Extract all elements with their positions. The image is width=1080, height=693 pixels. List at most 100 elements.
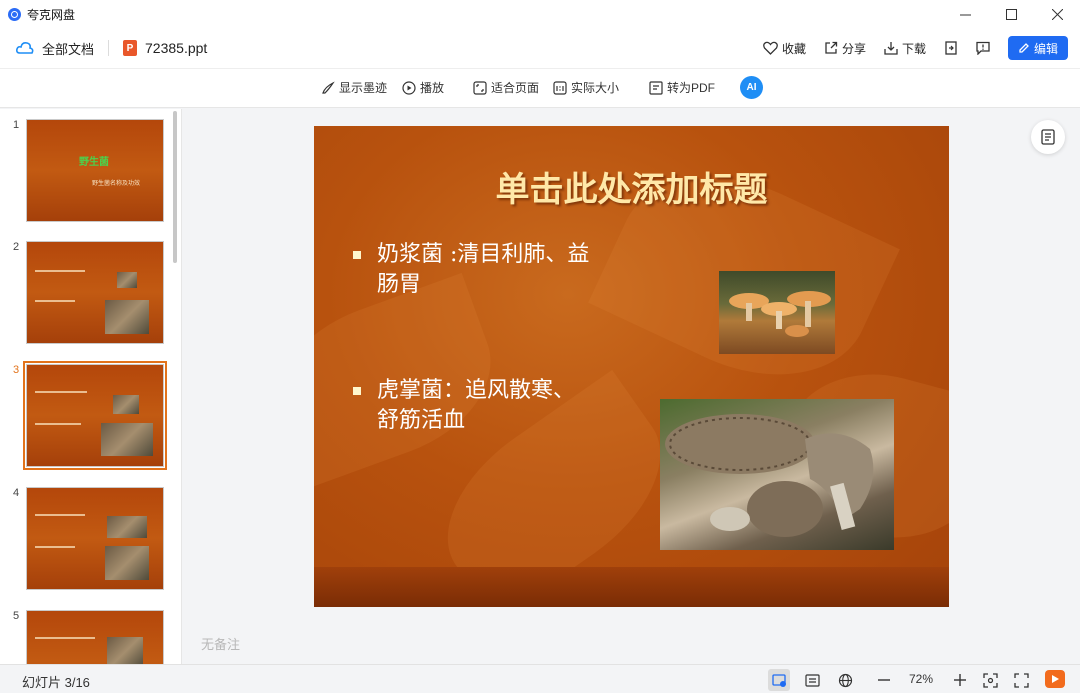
plus-icon: [954, 674, 966, 686]
share-button[interactable]: 分享: [824, 40, 866, 57]
zoom-level[interactable]: 72%: [909, 672, 933, 686]
bullet-line: 奶浆菌 :清目利肺、益: [377, 242, 590, 267]
quark-logo-icon: [8, 7, 21, 21]
slide-counter: 幻灯片 3/16: [22, 675, 90, 690]
feedback-button[interactable]: [976, 41, 990, 55]
header-actions: 收藏 分享 下载 编辑: [763, 28, 1068, 68]
bullet-line: 虎掌菌：追风散寒、: [377, 378, 576, 403]
breadcrumb-root-label: 全部文档: [42, 41, 95, 57]
slideshow-play-button[interactable]: [1045, 670, 1065, 688]
zoom-out-button[interactable]: [873, 669, 895, 691]
slide-bullet: 奶浆菌 :清目利肺、益 肠胃: [353, 240, 590, 300]
feedback-icon: [976, 41, 990, 55]
file-name: 72385.ppt: [145, 40, 208, 56]
maximize-button[interactable]: [988, 0, 1034, 28]
minus-icon: [878, 679, 890, 681]
thumbnail-number: 5: [13, 610, 20, 622]
play-circle-icon: [402, 80, 416, 95]
thumbnail-number: 1: [13, 119, 20, 131]
minimize-icon: [959, 14, 971, 15]
viewer-toolbar: 显示墨迹 播放 适合页面 实际大小 转为PDF: [0, 68, 1080, 108]
breadcrumb-all-docs[interactable]: 全部文档: [16, 39, 94, 58]
notes-view-button[interactable]: [801, 669, 823, 691]
thumbnail-text-line: [35, 391, 87, 393]
title-bar: 夸克网盘: [0, 0, 1080, 28]
slide-thumbnail[interactable]: [26, 241, 164, 344]
thumbnail-text-line: [35, 423, 81, 425]
download-button[interactable]: 下载: [884, 40, 926, 57]
thumbnail-text-line: [35, 514, 85, 516]
slide-thumbnail[interactable]: [26, 487, 164, 590]
thumbnail-number: 4: [13, 487, 20, 499]
ink-pen-icon: [322, 80, 335, 94]
tiger-palm-mushroom-illustration: [665, 414, 874, 537]
pencil-icon: [1019, 43, 1029, 53]
thumbnail-text-line: [35, 270, 85, 272]
window-controls: [942, 0, 1080, 28]
cloud-icon: [16, 42, 34, 54]
fullscreen-button[interactable]: [1010, 669, 1032, 691]
bullet-line: 肠胃: [377, 272, 422, 297]
thumbnail-title: 野生菌: [79, 157, 109, 168]
header-divider: [108, 40, 110, 56]
thumbnail-image: [117, 272, 137, 288]
heart-icon: [763, 41, 778, 55]
thumbnail-text-line: [35, 546, 75, 548]
fit-page-icon: [473, 80, 487, 95]
slide-thumbnail[interactable]: [26, 610, 164, 664]
fit-window-button[interactable]: [979, 669, 1001, 691]
thumbnail-text-line: [35, 300, 75, 302]
maximize-icon: [1005, 8, 1017, 20]
export-icon: [945, 41, 957, 55]
actual-size-button[interactable]: 实际大小: [553, 79, 619, 96]
slide-thumbnail[interactable]: 野生菌 野生菌名称及功效: [26, 119, 164, 222]
convert-pdf-button[interactable]: 转为PDF: [649, 79, 715, 96]
play-button[interactable]: 播放: [402, 79, 444, 96]
notes-side-button[interactable]: [1031, 120, 1065, 154]
milk-mushroom-photo: [719, 271, 835, 354]
share-icon: [825, 41, 838, 54]
thumbnail-image: [113, 395, 139, 414]
file-title: P 72385.ppt: [123, 40, 207, 56]
convert-pdf-label: 转为PDF: [667, 81, 716, 95]
thumbnail-image: [101, 423, 153, 456]
thumbnail-image: [105, 300, 149, 334]
notes-view-icon: [804, 673, 820, 687]
favorite-button[interactable]: 收藏: [763, 40, 806, 57]
export-button[interactable]: [944, 41, 958, 55]
web-view-button[interactable]: [834, 669, 856, 691]
slide-thumbnail-active[interactable]: [23, 361, 167, 470]
zoom-in-button[interactable]: [949, 669, 971, 691]
thumbnail-scrollbar[interactable]: [173, 111, 177, 263]
edit-button[interactable]: 编辑: [1008, 36, 1068, 60]
note-panel-icon: [1041, 129, 1055, 145]
normal-view-icon: [771, 673, 786, 687]
pdf-icon: [649, 80, 663, 95]
slide-bullet: 虎掌菌：追风散寒、 舒筋活血: [353, 376, 576, 436]
close-icon: [1051, 8, 1063, 20]
close-button[interactable]: [1034, 0, 1080, 28]
play-icon: [1052, 675, 1059, 683]
thumbnail-image: [105, 546, 149, 580]
show-ink-button[interactable]: 显示墨迹: [321, 79, 387, 96]
fit-window-icon: [982, 672, 998, 688]
slide-title: 单击此处添加标题: [495, 170, 768, 210]
thumbnail-number: 3: [13, 364, 20, 376]
actual-size-label: 实际大小: [571, 81, 620, 95]
thumbnail-image: [107, 516, 147, 538]
thumbnail-number: 2: [13, 241, 20, 253]
fit-page-button[interactable]: 适合页面: [473, 79, 539, 96]
thumbnail-image: [107, 637, 143, 664]
share-label: 分享: [841, 41, 866, 56]
minimize-button[interactable]: [942, 0, 988, 28]
notes-placeholder[interactable]: 无备注: [201, 634, 240, 653]
bullet-square-icon: [353, 387, 361, 395]
globe-icon: [838, 673, 852, 687]
thumbnail-subtitle: 野生菌名称及功效: [92, 181, 141, 187]
normal-view-button[interactable]: [768, 669, 790, 691]
bullet-line: 舒筋活血: [377, 408, 466, 433]
ai-assistant-button[interactable]: AI: [740, 76, 763, 99]
favorite-label: 收藏: [781, 41, 806, 56]
download-icon: [884, 42, 898, 55]
mushroom-cluster-illustration: [729, 291, 831, 337]
